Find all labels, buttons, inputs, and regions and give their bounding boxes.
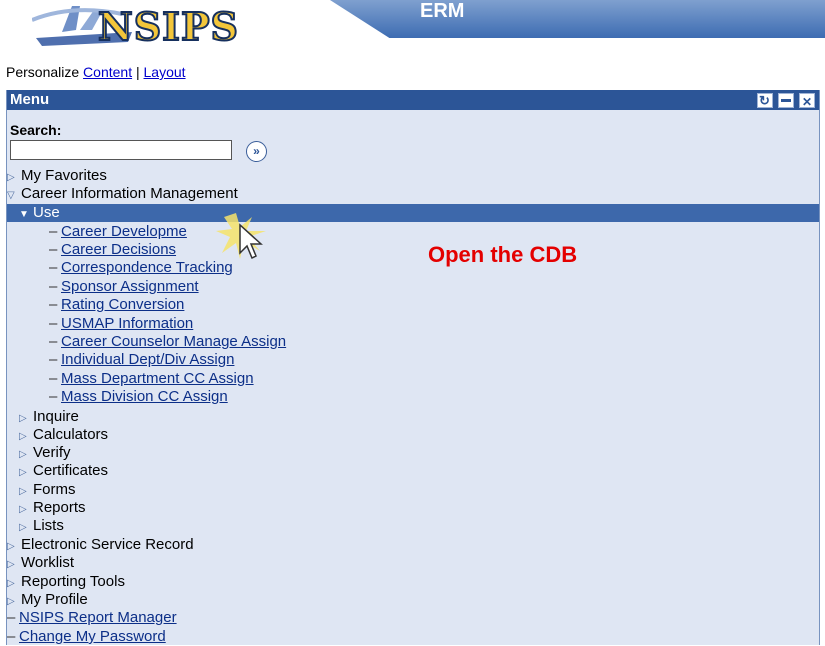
folder-label: Use [33, 204, 60, 221]
menu-header: Menu [7, 90, 819, 112]
menu-title: Menu [10, 91, 50, 108]
folder-certificates[interactable]: ▷ Certificates [7, 462, 819, 480]
menu-link-item: – Career Counselor Manage Assign [49, 333, 287, 350]
folder-label: My Favorites [21, 167, 107, 184]
nsips-logo: NSIPS [18, 0, 278, 50]
folder-my-profile[interactable]: ▷ My Profile [7, 591, 819, 609]
instruction-callout: Open the CDB [428, 242, 578, 267]
folder-inquire[interactable]: ▷ Inquire [7, 408, 819, 426]
erm-banner [330, 0, 825, 38]
folder-calculators[interactable]: ▷ Calculators [7, 426, 819, 444]
change-my-password-link[interactable]: Change My Password [19, 628, 166, 645]
folder-label: Worklist [21, 554, 75, 571]
expanded-arrow-icon: ▼ [19, 209, 29, 220]
expanded-arrow-icon: ▽ [7, 190, 15, 201]
folder-electronic-service-record[interactable]: ▷ Electronic Service Record [7, 536, 819, 554]
collapsed-arrow-icon: ▷ [19, 467, 27, 478]
career-decisions-link[interactable]: Career Decisions [61, 241, 176, 258]
search-label: Search: [10, 122, 62, 138]
folder-reports[interactable]: ▷ Reports [7, 499, 819, 517]
cursor-icon [216, 213, 266, 260]
logo-text: NSIPS [97, 3, 239, 50]
menu-pagelet: Menu Search: » ▷My Favorites ▽Career Inf… [6, 90, 820, 645]
mass-department-cc-assign-link[interactable]: Mass Department CC Assign [61, 370, 254, 387]
folder-label: Verify [33, 444, 71, 461]
personalize-label: Personalize [6, 64, 80, 80]
personalize-bar: Personalize Content | Layout [6, 64, 186, 80]
app-header: NSIPS ERM [0, 0, 825, 60]
folder-use[interactable]: ▼ Use [7, 204, 819, 222]
rating-conversion-link[interactable]: Rating Conversion [61, 296, 184, 313]
menu-link-item: – Mass Department CC Assign [49, 370, 254, 387]
folder-my-favorites[interactable]: ▷ My Favorites [7, 167, 819, 185]
folder-label: My Profile [21, 591, 88, 608]
menu-link-item: – Mass Division CC Assign [49, 388, 228, 405]
folder-label: Reporting Tools [21, 573, 125, 590]
menu-link-item: – NSIPS Report Manager [7, 609, 177, 626]
menu-link-item: – Correspondence Tracking [49, 259, 233, 276]
collapsed-arrow-icon: ▷ [19, 522, 27, 533]
folder-reporting-tools[interactable]: ▷ Reporting Tools [7, 573, 819, 591]
nsips-report-manager-link[interactable]: NSIPS Report Manager [19, 609, 177, 626]
individual-dept-div-assign-link[interactable]: Individual Dept/Div Assign [61, 351, 234, 368]
search-go-button[interactable]: » [246, 141, 267, 162]
collapsed-arrow-icon: ▷ [7, 559, 15, 570]
menu-link-item: – USMAP Information [49, 315, 194, 332]
menu-link-item: – Change My Password [7, 628, 166, 645]
close-icon[interactable] [799, 92, 815, 112]
folder-label: Career Information Management [21, 185, 238, 202]
refresh-icon[interactable] [757, 91, 773, 111]
folder-worklist[interactable]: ▷ Worklist [7, 554, 819, 572]
content-link[interactable]: Content [83, 64, 132, 80]
menu-link-item: – Career Decisions [49, 241, 177, 258]
folder-label: Reports [33, 499, 86, 516]
correspondence-tracking-link[interactable]: Correspondence Tracking [61, 259, 233, 276]
folder-label: Inquire [33, 408, 79, 425]
folder-label: Forms [33, 481, 76, 498]
menu-link-item: – Career Developme [49, 223, 187, 240]
career-counselor-manage-assign-link[interactable]: Career Counselor Manage Assign [61, 333, 286, 350]
menu-link-item: – Sponsor Assignment [49, 278, 199, 295]
folder-label: Calculators [33, 426, 109, 443]
menu-link-item: – Rating Conversion [49, 296, 185, 313]
menu-link-item: – Individual Dept/Div Assign [49, 351, 235, 368]
sponsor-assignment-link[interactable]: Sponsor Assignment [61, 278, 199, 295]
folder-forms[interactable]: ▷ Forms [7, 481, 819, 499]
career-development-link[interactable]: Career Developme [61, 223, 187, 240]
search-input[interactable] [10, 140, 232, 160]
personalize-separator: | [135, 64, 140, 80]
folder-label: Certificates [33, 462, 109, 479]
folder-verify[interactable]: ▷ Verify [7, 444, 819, 462]
mass-division-cc-assign-link[interactable]: Mass Division CC Assign [61, 388, 228, 405]
banner-title: ERM [420, 0, 465, 22]
folder-lists[interactable]: ▷ Lists [7, 517, 819, 535]
folder-label: Electronic Service Record [21, 536, 194, 553]
layout-link[interactable]: Layout [144, 64, 186, 80]
folder-label: Lists [33, 517, 64, 534]
usmap-information-link[interactable]: USMAP Information [61, 315, 193, 332]
minimize-icon[interactable] [778, 93, 794, 108]
folder-career-information-management[interactable]: ▽ Career Information Management [7, 185, 819, 203]
